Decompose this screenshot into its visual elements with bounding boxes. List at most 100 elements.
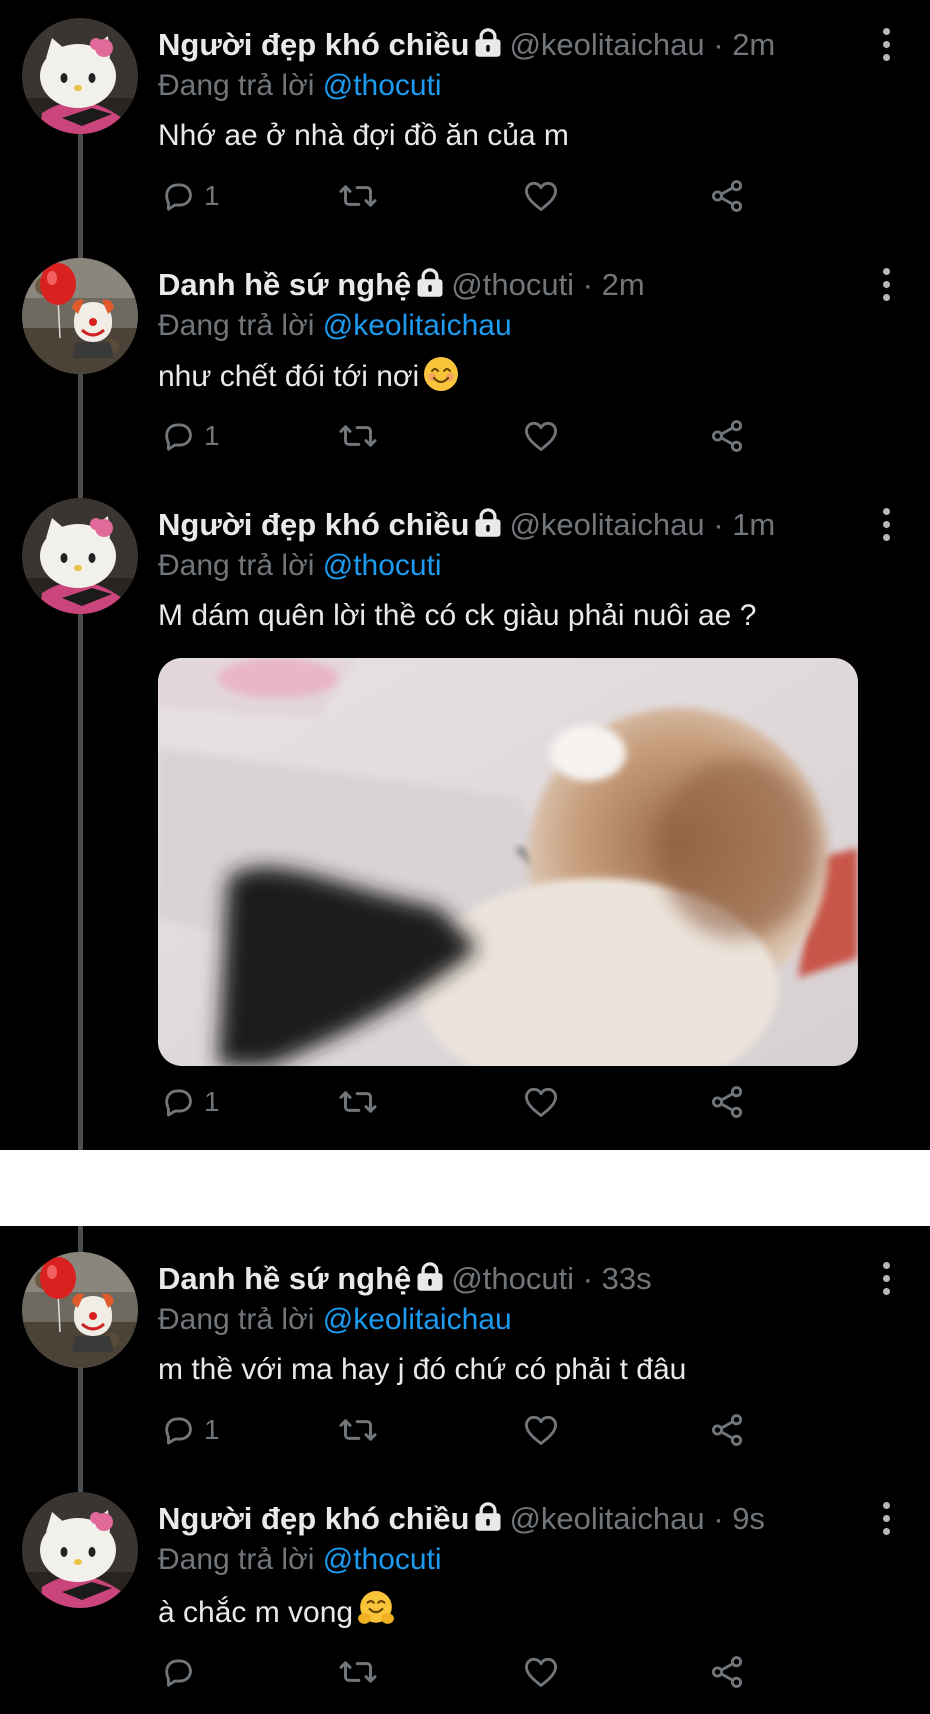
share-icon [708, 1411, 746, 1449]
tweet-text: m thề với ma hay j đó chứ có phải t đâu [158, 1353, 687, 1386]
reply-handle-link[interactable]: @thocuti [323, 69, 442, 102]
retweet-icon [338, 1410, 378, 1450]
handle-and-time: @thocuti · 2m [451, 267, 645, 302]
cat-photo [158, 658, 858, 1066]
like-icon [522, 417, 560, 455]
like-button[interactable] [522, 176, 560, 216]
tweet-actions [158, 1652, 758, 1692]
retweet-button[interactable] [338, 1652, 378, 1692]
handle-and-time: @keolitaichau · 9s [509, 1501, 765, 1536]
display-name[interactable]: Danh hề sứ nghệ [158, 1261, 411, 1296]
reply-handle-link[interactable]: @keolitaichau [323, 1303, 512, 1336]
tweet[interactable]: Danh hề sứ nghệ @thocuti · 33s Đang trả l… [0, 1252, 930, 1472]
tweet[interactable]: Người đẹp khó chiều @keolitaichau · 1m Đa… [0, 498, 930, 1128]
share-icon [708, 1653, 746, 1691]
lock-icon [473, 1502, 503, 1532]
tweet-header: Danh hề sứ nghệ @thocuti · 33s [158, 1258, 870, 1300]
tweet-media-image[interactable] [158, 658, 858, 1066]
more-icon[interactable] [880, 1262, 892, 1296]
more-icon[interactable] [880, 508, 892, 542]
retweet-button[interactable] [338, 1410, 378, 1450]
tweet-header: Người đẹp khó chiều @keolitaichau · 1m [158, 504, 870, 546]
tweet[interactable]: Người đẹp khó chiều @keolitaichau · 9s Đa… [0, 1492, 930, 1712]
tweet-actions: 1 [158, 176, 758, 216]
tweet-actions: 1 [158, 1082, 758, 1122]
replying-to-label: Đang trả lời [158, 1303, 315, 1336]
tweet[interactable]: Danh hề sứ nghệ @thocuti · 2m Đang trả lờ… [0, 258, 930, 478]
reply-count: 1 [204, 1086, 220, 1117]
more-icon[interactable] [880, 28, 892, 62]
display-name[interactable]: Người đẹp khó chiều [158, 1501, 469, 1536]
reply-handle-link[interactable]: @thocuti [323, 1543, 442, 1576]
share-button[interactable] [708, 1410, 746, 1450]
avatar[interactable] [22, 258, 138, 374]
lock-icon [415, 1262, 445, 1292]
reply-icon [158, 177, 196, 215]
like-icon [522, 1411, 560, 1449]
retweet-button[interactable] [338, 1082, 378, 1122]
tweet[interactable]: Người đẹp khó chiều @keolitaichau · 2m Đa… [0, 18, 930, 238]
reply-count: 1 [204, 1414, 220, 1445]
like-icon [522, 1083, 560, 1121]
share-button[interactable] [708, 1082, 746, 1122]
replying-to: Đang trả lời @keolitaichau [158, 306, 512, 346]
share-icon [708, 177, 746, 215]
like-icon [522, 177, 560, 215]
retweet-icon [338, 1082, 378, 1122]
tweet-actions: 1 [158, 416, 758, 456]
like-button[interactable] [522, 416, 560, 456]
reply-icon [158, 1411, 196, 1449]
replying-to-label: Đang trả lời [158, 1543, 315, 1576]
reply-icon [158, 417, 196, 455]
reply-count: 1 [204, 420, 220, 451]
retweet-icon [338, 416, 378, 456]
thread-panel-bottom: Danh hề sứ nghệ @thocuti · 33s Đang trả l… [0, 1226, 930, 1714]
thread-panel-top: Người đẹp khó chiều @keolitaichau · 2m Đa… [0, 0, 930, 1150]
like-icon [522, 1653, 560, 1691]
share-button[interactable] [708, 1652, 746, 1692]
display-name[interactable]: Người đẹp khó chiều [158, 27, 469, 62]
reply-button[interactable]: 1 [158, 176, 220, 216]
reply-button[interactable]: 1 [158, 1410, 220, 1450]
share-icon [708, 417, 746, 455]
replying-to: Đang trả lời @keolitaichau [158, 1300, 512, 1340]
share-button[interactable] [708, 176, 746, 216]
handle-and-time: @thocuti · 33s [451, 1261, 652, 1296]
reply-button[interactable]: 1 [158, 416, 220, 456]
tweet-text-line: à chắc m vong [158, 1590, 395, 1633]
replying-to: Đang trả lời @thocuti [158, 546, 442, 586]
lock-icon [473, 508, 503, 538]
reply-button[interactable]: 1 [158, 1082, 220, 1122]
smiling-face-emoji [423, 356, 459, 392]
hugging-face-emoji [357, 1590, 395, 1628]
tweet-header: Người đẹp khó chiều @keolitaichau · 9s [158, 1498, 870, 1540]
replying-to: Đang trả lời @thocuti [158, 1540, 442, 1580]
more-icon[interactable] [880, 268, 892, 302]
replying-to-label: Đang trả lời [158, 309, 315, 342]
tweet-header: Người đẹp khó chiều @keolitaichau · 2m [158, 24, 870, 66]
avatar[interactable] [22, 498, 138, 614]
replying-to: Đang trả lời @thocuti [158, 66, 442, 106]
like-button[interactable] [522, 1410, 560, 1450]
display-name[interactable]: Người đẹp khó chiều [158, 507, 469, 542]
reply-handle-link[interactable]: @keolitaichau [323, 309, 512, 342]
lock-icon [473, 28, 503, 58]
tweet-actions: 1 [158, 1410, 758, 1450]
retweet-button[interactable] [338, 176, 378, 216]
reply-button[interactable] [158, 1652, 204, 1692]
like-button[interactable] [522, 1652, 560, 1692]
avatar[interactable] [22, 1492, 138, 1608]
display-name[interactable]: Danh hề sứ nghệ [158, 267, 411, 302]
reply-count: 1 [204, 180, 220, 211]
retweet-button[interactable] [338, 416, 378, 456]
like-button[interactable] [522, 1082, 560, 1122]
reply-icon [158, 1083, 196, 1121]
avatar[interactable] [22, 1252, 138, 1368]
replying-to-label: Đang trả lời [158, 69, 315, 102]
handle-and-time: @keolitaichau · 1m [509, 507, 776, 542]
share-button[interactable] [708, 416, 746, 456]
avatar[interactable] [22, 18, 138, 134]
reply-handle-link[interactable]: @thocuti [323, 549, 442, 582]
more-icon[interactable] [880, 1502, 892, 1536]
retweet-icon [338, 176, 378, 216]
